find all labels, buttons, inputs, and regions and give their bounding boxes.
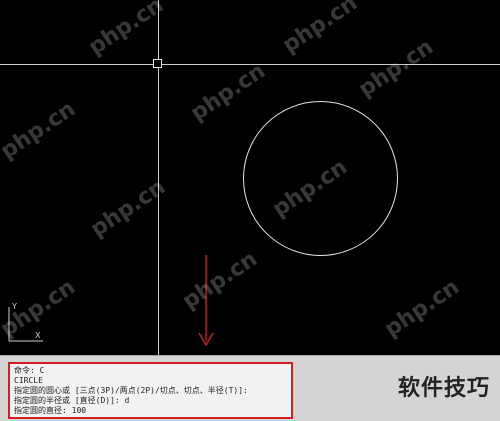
watermark: php.cn [84, 0, 169, 61]
command-line: 指定圆的圆心或 [三点(3P)/两点(2P)/切点、切点、半径(T)]: [14, 386, 248, 395]
watermark: php.cn [0, 96, 81, 165]
brand-watermark: 软件技巧 [397, 376, 490, 401]
command-line: CIRCLE [14, 376, 43, 385]
ucs-y-label: Y [11, 302, 17, 311]
drawing-canvas[interactable]: Y X php.cn php.cn php.cn php.cn php.cn p… [0, 0, 500, 355]
cursor-pickbox [153, 59, 162, 68]
crosshair-vertical [158, 0, 159, 355]
command-history-highlighted: 命令: C CIRCLE 指定圆的圆心或 [三点(3P)/两点(2P)/切点、切… [8, 362, 293, 419]
watermark: php.cn [380, 274, 465, 343]
command-line: 指定圆的半径或 [直径(D)]: d [14, 396, 130, 405]
command-line: 指定圆的直径: 100 [14, 406, 87, 415]
watermark: php.cn [354, 34, 439, 103]
command-line: 命令: C [14, 366, 45, 375]
watermark: php.cn [278, 0, 363, 59]
watermark: php.cn [178, 246, 263, 315]
command-window[interactable]: 命令: C CIRCLE 指定圆的圆心或 [三点(3P)/两点(2P)/切点、切… [0, 355, 500, 421]
crosshair-horizontal [0, 64, 500, 65]
cad-window: Y X php.cn php.cn php.cn php.cn php.cn p… [0, 0, 500, 421]
watermark: php.cn [186, 58, 271, 127]
red-arrow-icon [198, 255, 214, 347]
ucs-x-label: X [35, 331, 41, 340]
drawn-circle[interactable] [243, 101, 398, 256]
ucs-icon: Y X [8, 302, 43, 342]
